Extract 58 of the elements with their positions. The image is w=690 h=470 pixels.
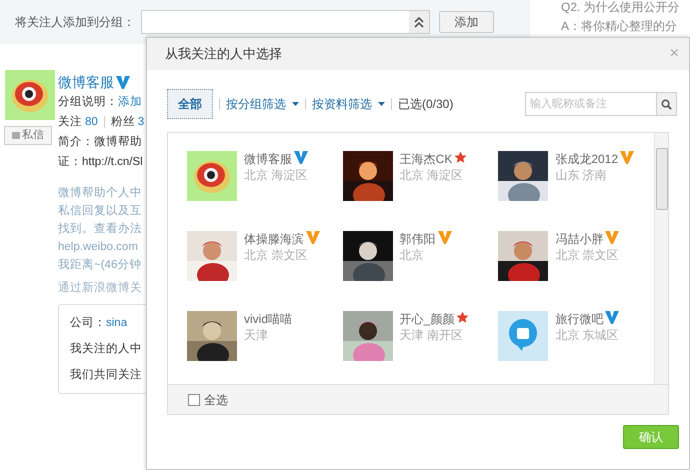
- contact-name[interactable]: 王海杰CK: [400, 152, 452, 166]
- contact-name[interactable]: 旅行微吧: [555, 312, 604, 326]
- follow-count[interactable]: 80: [85, 112, 98, 132]
- contact-location: 北京 东城区: [555, 327, 620, 343]
- filter-tab[interactable]: 全部: [167, 89, 213, 119]
- contact-location: 北京 海淀区: [244, 167, 308, 183]
- caret-icon: [378, 102, 385, 106]
- contact-location: 北京: [400, 247, 425, 263]
- add-link[interactable]: 添加: [118, 92, 142, 112]
- faq-text: A：将你精心整理的分: [561, 19, 678, 33]
- profile-name[interactable]: 微博客服: [58, 72, 114, 92]
- filter-tab[interactable]: 按资料筛选: [312, 89, 385, 119]
- card-text: 我们共同关注: [70, 367, 143, 383]
- contact-name[interactable]: 冯喆小胖: [555, 232, 604, 246]
- company-label: 公司：: [70, 316, 106, 331]
- add-button[interactable]: 添加: [439, 11, 494, 33]
- description-text: 我距离~(46分钟: [58, 257, 142, 273]
- contact-location: 天津: [244, 327, 269, 343]
- chevron-up-icon: [414, 16, 424, 28]
- description-text: 找到。查看办法: [58, 222, 143, 237]
- faq-text: Q2. 为什么使用公开分: [561, 0, 680, 14]
- group-label: 将关注人添加到分组：: [15, 14, 135, 31]
- intro-text: 证：http://t.cn/Sl: [58, 154, 144, 170]
- contact-name[interactable]: 微博客服: [244, 152, 292, 166]
- contact-location: 山东 济南: [555, 167, 608, 183]
- follow-label: 关注: [58, 114, 82, 130]
- fans-label: 粉丝: [110, 114, 135, 130]
- scrollbar[interactable]: [654, 133, 668, 384]
- intro-text: 简介：微博帮助: [58, 134, 143, 150]
- contact-location: 北京 海淀区: [400, 167, 464, 183]
- expand-button[interactable]: [409, 11, 429, 33]
- select-all-label: 全选: [204, 392, 228, 408]
- via-text: 通过新浪微博关: [58, 280, 143, 296]
- caret-icon: [292, 102, 299, 106]
- search-icon: [661, 98, 672, 110]
- contact-location: 北京 崇文区: [244, 247, 308, 263]
- fans-count[interactable]: 3: [138, 112, 144, 132]
- contact-name[interactable]: 开心_颜颜: [400, 312, 454, 326]
- card-text: 我关注的人中: [70, 341, 143, 357]
- group-note-label: 分组说明：: [58, 94, 118, 110]
- contact-name[interactable]: 体操滕海滨: [244, 232, 304, 246]
- company-link[interactable]: sina: [106, 313, 128, 333]
- contact-location: 北京 崇文区: [555, 247, 620, 263]
- filter-tab[interactable]: 按分组筛选: [226, 89, 299, 119]
- description-text: 微博帮助个人中: [58, 186, 143, 201]
- message-button[interactable]: 私信: [4, 126, 52, 145]
- contact-name[interactable]: vivid喵喵: [244, 312, 292, 326]
- dialog-title: 从我关注的人中选择: [165, 45, 282, 64]
- select-all-checkbox[interactable]: [188, 394, 200, 406]
- selected-count: 已选(0/30): [398, 96, 454, 113]
- contact-name[interactable]: 张成龙2012: [555, 152, 618, 166]
- description-text: 私信回复以及互: [58, 204, 143, 219]
- contact-name[interactable]: 郭伟阳: [400, 232, 436, 246]
- description-text: help.weibo.com: [58, 240, 139, 255]
- search-field[interactable]: 输入昵称或备注: [525, 92, 657, 116]
- group-input-field[interactable]: [141, 10, 430, 34]
- search-button[interactable]: [657, 92, 677, 116]
- contact-location: 天津 南开区: [400, 327, 464, 343]
